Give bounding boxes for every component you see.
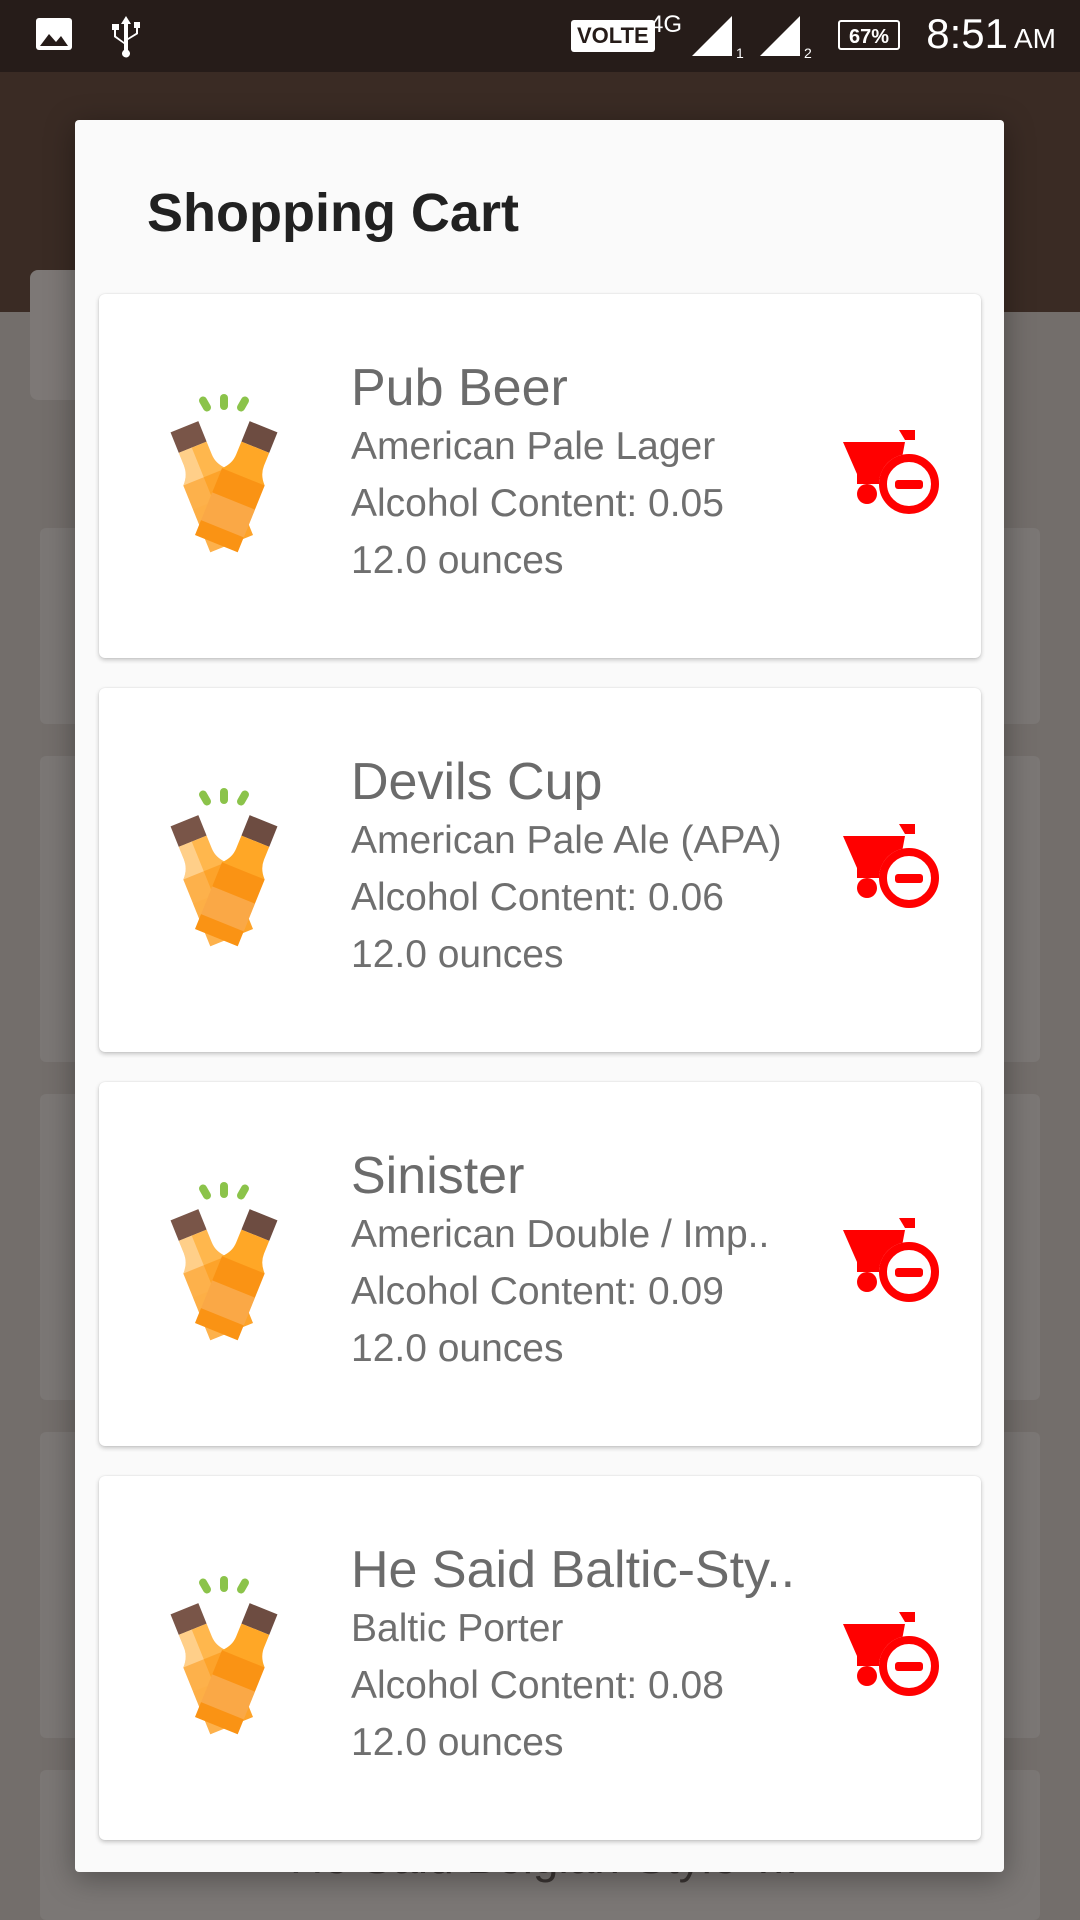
signal-sim1-icon: 1 — [692, 16, 744, 60]
beer-size: 12.0 ounces — [351, 933, 564, 976]
beer-bottles-cheers-icon — [170, 394, 278, 553]
beer-name: Devils Cup — [351, 753, 603, 811]
beer-style: American Pale Ale (APA) — [351, 819, 782, 862]
beer-name: He Said Baltic-Sty.. — [351, 1541, 796, 1599]
cart-remove-icon — [843, 1612, 939, 1696]
beer-name: Sinister — [351, 1147, 525, 1205]
shopping-cart-dialog: Shopping Cart Pub Beer American Pale Lag… — [75, 120, 1004, 1872]
remove-from-cart-button[interactable] — [841, 1212, 953, 1316]
beer-size: 12.0 ounces — [351, 539, 564, 582]
dialog-title: Shopping Cart — [147, 183, 519, 243]
beer-size: 12.0 ounces — [351, 1721, 564, 1764]
beer-name: Pub Beer — [351, 359, 568, 417]
volte-badge: VOLTE — [571, 20, 655, 52]
beer-size: 12.0 ounces — [351, 1327, 564, 1370]
usb-icon — [112, 16, 140, 58]
remove-from-cart-button[interactable] — [841, 424, 953, 528]
beer-bottles-cheers-icon — [170, 788, 278, 947]
cart-item-info: He Said Baltic-Sty.. Baltic Porter Alcoh… — [351, 1540, 811, 1771]
alcohol-content: Alcohol Content: 0.05 — [351, 482, 724, 525]
beer-style: Baltic Porter — [351, 1607, 564, 1650]
cart-item-info: Sinister American Double / Imp.. Alcohol… — [351, 1146, 811, 1377]
remove-from-cart-button[interactable] — [841, 818, 953, 922]
status-bar: VOLTE 4G 1 2 67% 8:51 AM — [0, 0, 1080, 72]
cart-item-card[interactable]: Sinister American Double / Imp.. Alcohol… — [99, 1082, 981, 1446]
battery-indicator: 67% — [838, 20, 900, 50]
cart-remove-icon — [843, 430, 939, 514]
beer-style: American Pale Lager — [351, 425, 716, 468]
cart-item-card[interactable]: Pub Beer American Pale Lager Alcohol Con… — [99, 294, 981, 658]
signal-sim2-icon: 2 — [760, 16, 812, 60]
alcohol-content: Alcohol Content: 0.09 — [351, 1270, 724, 1313]
svg-text:2: 2 — [804, 45, 812, 60]
beer-style: American Double / Imp.. — [351, 1213, 770, 1256]
network-type-label: 4G — [650, 11, 683, 38]
cart-item-card[interactable]: He Said Baltic-Sty.. Baltic Porter Alcoh… — [99, 1476, 981, 1840]
alcohol-content: Alcohol Content: 0.06 — [351, 876, 724, 919]
beer-bottles-cheers-icon — [170, 1576, 278, 1735]
clock: 8:51 AM — [926, 10, 1056, 57]
alcohol-content: Alcohol Content: 0.08 — [351, 1664, 724, 1707]
remove-from-cart-button[interactable] — [841, 1606, 953, 1710]
svg-text:1: 1 — [736, 45, 744, 60]
cart-item-card[interactable]: Devils Cup American Pale Ale (APA) Alcoh… — [99, 688, 981, 1052]
cart-remove-icon — [843, 824, 939, 908]
cart-item-info: Devils Cup American Pale Ale (APA) Alcoh… — [351, 752, 811, 983]
cart-remove-icon — [843, 1218, 939, 1302]
cart-item-list[interactable]: Pub Beer American Pale Lager Alcohol Con… — [99, 294, 981, 1870]
beer-bottles-cheers-icon — [170, 1182, 278, 1341]
gallery-notification-icon — [36, 18, 72, 50]
cart-item-info: Pub Beer American Pale Lager Alcohol Con… — [351, 358, 811, 589]
